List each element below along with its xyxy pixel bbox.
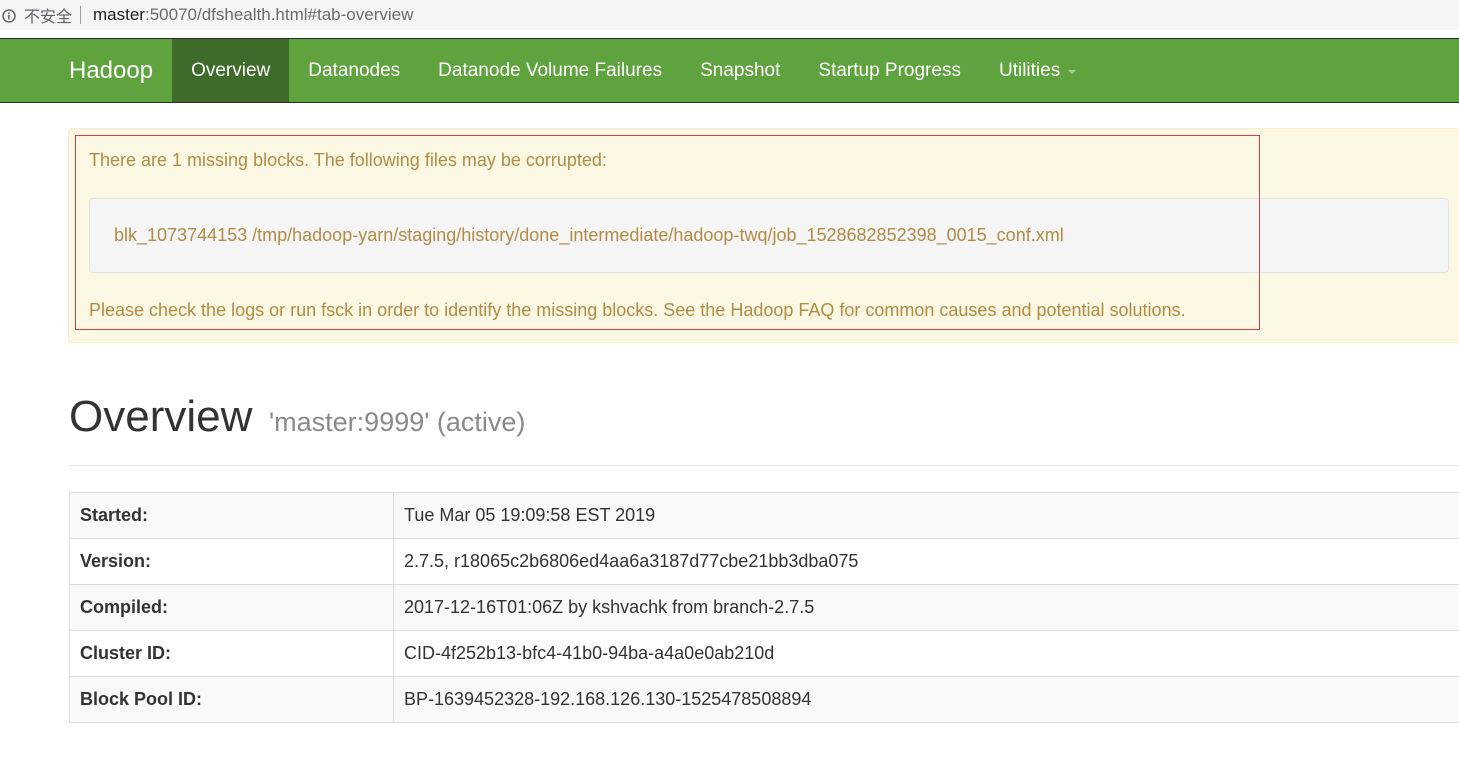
url-host: master (93, 5, 145, 24)
page-title: Overview (69, 392, 253, 441)
row-value: CID-4f252b13-bfc4-41b0-94ba-a4a0e0ab210d (393, 630, 1459, 677)
row-key: Version: (69, 538, 394, 585)
table-row: Block Pool ID: BP-1639452328-192.168.126… (69, 676, 1459, 723)
nav-datanodes[interactable]: Datanodes (289, 39, 419, 102)
nav-utilities-label: Utilities (998, 59, 1061, 81)
nav-utilities-dropdown[interactable]: Utilities (980, 39, 1095, 102)
url-text[interactable]: master:50070/dfshealth.html#tab-overview (93, 5, 413, 25)
overview-table: Started: Tue Mar 05 19:09:58 EST 2019 Ve… (69, 492, 1459, 723)
table-row: Started: Tue Mar 05 19:09:58 EST 2019 (69, 492, 1459, 539)
row-key: Cluster ID: (69, 630, 394, 677)
row-value: Tue Mar 05 19:09:58 EST 2019 (393, 492, 1459, 539)
nav-startup-progress[interactable]: Startup Progress (799, 39, 980, 102)
nav-snapshot[interactable]: Snapshot (681, 39, 799, 102)
corrupt-file-entry: blk_1073744153 /tmp/hadoop-yarn/staging/… (114, 225, 1064, 245)
row-key: Block Pool ID: (69, 676, 394, 723)
nav-datanode-volume-failures[interactable]: Datanode Volume Failures (419, 39, 681, 102)
top-navbar: Hadoop Overview Datanodes Datanode Volum… (0, 38, 1459, 103)
row-value: 2.7.5, r18065c2b6806ed4aa6a3187d77cbe21b… (393, 538, 1459, 585)
table-row: Cluster ID: CID-4f252b13-bfc4-41b0-94ba-… (69, 630, 1459, 677)
row-value: BP-1639452328-192.168.126.130-1525478508… (393, 676, 1459, 723)
address-separator (80, 6, 82, 24)
row-key: Started: (69, 492, 394, 539)
url-path: :50070/dfshealth.html#tab-overview (144, 5, 414, 24)
brand-logo[interactable]: Hadoop (0, 39, 172, 102)
info-icon[interactable] (2, 8, 16, 23)
table-row: Version: 2.7.5, r18065c2b6806ed4aa6a3187… (69, 538, 1459, 585)
page-subtitle: 'master:9999' (active) (269, 407, 526, 437)
alert-heading: There are 1 missing blocks. The followin… (89, 150, 607, 170)
alert-footer: Please check the logs or run fsck in ord… (89, 300, 1186, 320)
nav-overview[interactable]: Overview (172, 39, 290, 102)
row-value: 2017-12-16T01:06Z by kshvachk from branc… (393, 584, 1459, 631)
caret-down-icon (1068, 70, 1077, 74)
header-divider (69, 465, 1459, 466)
row-key: Compiled: (69, 584, 394, 631)
table-row: Compiled: 2017-12-16T01:06Z by kshvachk … (69, 584, 1459, 631)
browser-address-bar[interactable]: 不安全 master:50070/dfshealth.html#tab-over… (0, 0, 1459, 30)
security-label[interactable]: 不安全 (24, 3, 72, 27)
